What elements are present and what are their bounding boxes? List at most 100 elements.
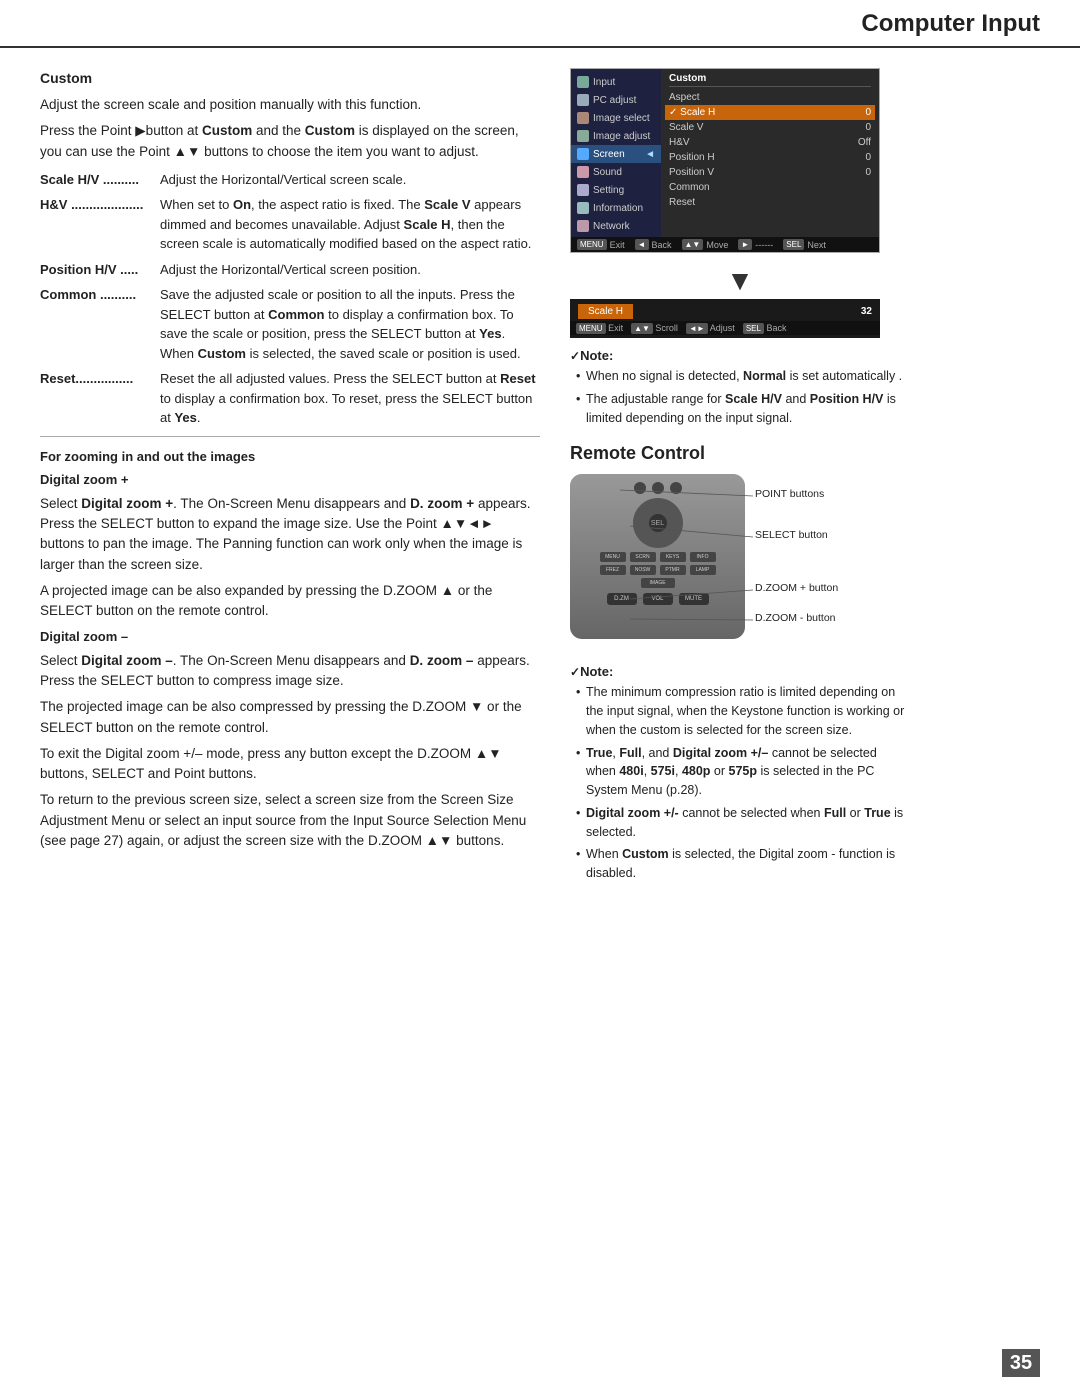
osd-item-input: Input	[571, 73, 661, 91]
right-column: Input PC adjust Image select Image	[570, 68, 910, 893]
def-position-hv: Position H/V ..... Adjust the Horizontal…	[40, 260, 540, 280]
osd-right-reset: Reset	[669, 195, 871, 210]
r-btn-lamp: LAMP	[690, 565, 716, 575]
page-header: Computer Input	[0, 0, 1080, 48]
note1-box: Note: When no signal is detected, Normal…	[570, 348, 910, 427]
page-title: Computer Input	[40, 10, 1040, 38]
custom-title: Custom	[40, 68, 540, 89]
r-btn-volume: VOL	[643, 593, 673, 605]
back-icon: ◄	[635, 239, 649, 250]
page-number: 35	[1002, 1349, 1040, 1377]
def-term-common: Common ..........	[40, 285, 160, 363]
def-common: Common .......... Save the adjusted scal…	[40, 285, 540, 363]
osd-footer-move: ▲▼ Move	[682, 239, 729, 250]
return-para: To return to the previous screen size, s…	[40, 790, 540, 851]
def-term-reset: Reset................	[40, 369, 160, 428]
osd-footer-exit: MENU Exit	[577, 239, 625, 250]
setting-icon	[577, 184, 589, 196]
osd-footer-select: SEL Next	[783, 239, 826, 250]
menu-icon: MENU	[577, 239, 607, 250]
note2-list: The minimum compression ratio is limited…	[570, 683, 910, 883]
remote-diagram: SEL MENU SCRN KEYS INFO FREZ NOSW PTMR	[570, 474, 890, 654]
r-bottom-row: D.ZM VOL MUTE	[570, 593, 745, 605]
r-btn-ptimer: PTMR	[660, 565, 686, 575]
sh-adjust: ◄► Adjust	[686, 323, 735, 333]
osd-right-scaleh: ✓ Scale H0	[665, 105, 875, 120]
def-reset: Reset................ Reset the all adju…	[40, 369, 540, 428]
def-term-position-hv: Position H/V .....	[40, 260, 160, 280]
note2-box: Note: The minimum compression ratio is l…	[570, 664, 910, 883]
r-btn-3	[670, 482, 682, 494]
note2-item4: When Custom is selected, the Digital zoo…	[576, 845, 910, 883]
osd-item-imageadjust: Image adjust	[571, 127, 661, 145]
r-btn-noshow: NOSW	[630, 565, 656, 575]
label-select-button: SELECT button	[755, 529, 828, 541]
def-hv: H&V .................... When set to On,…	[40, 195, 540, 254]
label-dzoom-minus: D.ZOOM - button	[755, 612, 836, 624]
osd-right-positionv: Position V0	[669, 165, 871, 180]
osd-item-imageselect: Image select	[571, 109, 661, 127]
osd-item-setting-label: Setting	[593, 185, 624, 196]
digital-zoom-minus-para1: Select Digital zoom –. The On-Screen Men…	[40, 651, 540, 692]
osd-item-information: Information	[571, 199, 661, 217]
osd-item-imageselect-label: Image select	[593, 113, 650, 124]
information-icon	[577, 202, 589, 214]
osd-item-sound-label: Sound	[593, 167, 622, 178]
r-btn-screen: SCRN	[630, 552, 656, 562]
r-top-buttons	[570, 474, 745, 494]
sh-adjust-icon: ◄►	[686, 323, 708, 334]
sh-scroll-icon: ▲▼	[631, 323, 653, 334]
sh-exit: MENU Exit	[576, 323, 623, 333]
custom-intro1: Adjust the screen scale and position man…	[40, 95, 540, 115]
custom-section: Custom Adjust the screen scale and posit…	[40, 68, 540, 428]
remote-body: SEL MENU SCRN KEYS INFO FREZ NOSW PTMR	[570, 474, 745, 639]
remote-image: SEL MENU SCRN KEYS INFO FREZ NOSW PTMR	[570, 474, 745, 639]
remote-title: Remote Control	[570, 443, 910, 464]
note2-item2: True, Full, and Digital zoom +/– cannot …	[576, 744, 910, 800]
digital-zoom-plus-para1: Select Digital zoom +. The On-Screen Men…	[40, 494, 540, 575]
note2-item3: Digital zoom +/- cannot be selected when…	[576, 804, 910, 842]
r-select-center: SEL	[649, 514, 667, 532]
note1-title: Note:	[570, 348, 910, 363]
zoom-section: For zooming in and out the images Digita…	[40, 447, 540, 851]
osd-right-aspect: Aspect	[669, 90, 871, 105]
osd-right-common: Common	[669, 180, 871, 195]
digital-zoom-plus-para2: A projected image can be also expanded b…	[40, 581, 540, 622]
r-btn-keystone: KEYS	[660, 552, 686, 562]
r-btn-mute: MUTE	[679, 593, 709, 605]
digital-zoom-plus-title: Digital zoom +	[40, 470, 540, 490]
r-row-btns-image: IMAGE	[570, 578, 745, 588]
sh-back-icon: SEL	[743, 323, 764, 334]
network-icon	[577, 220, 589, 232]
image-adjust-icon	[577, 130, 589, 142]
r-btn-1	[634, 482, 646, 494]
sh-scroll: ▲▼ Scroll	[631, 323, 678, 333]
note2-title: Note:	[570, 664, 910, 679]
osd-container: Input PC adjust Image select Image	[570, 68, 910, 253]
osd-footer-next: ► ------	[738, 239, 773, 250]
scale-h-label: Scale H	[578, 304, 633, 319]
osd-right-scalev: Scale V0	[669, 120, 871, 135]
osd-item-network-label: Network	[593, 221, 630, 232]
r-btn-dzoom: D.ZM	[607, 593, 637, 605]
sound-icon	[577, 166, 589, 178]
r-btn-2	[652, 482, 664, 494]
def-desc-reset: Reset the all adjusted values. Press the…	[160, 369, 540, 428]
label-dzoom-plus: D.ZOOM + button	[755, 582, 838, 594]
digital-zoom-minus-para2: The projected image can be also compress…	[40, 697, 540, 738]
osd-right-panel: Custom Aspect ✓ Scale H0 Scale V0 H&VOff…	[661, 69, 879, 237]
osd-right-hv: H&VOff	[669, 135, 871, 150]
def-desc-hv: When set to On, the aspect ratio is fixe…	[160, 195, 540, 254]
custom-intro2: Press the Point ▶button at Custom and th…	[40, 121, 540, 162]
osd-item-screen-label: Screen	[593, 149, 625, 160]
r-row-btns-2: FREZ NOSW PTMR LAMP	[570, 565, 745, 575]
scale-h-value: 32	[861, 306, 872, 317]
scale-h-bar: Scale H 32 MENU Exit ▲▼ Scroll ◄► Adjust…	[570, 299, 880, 338]
osd-item-sound: Sound	[571, 163, 661, 181]
arrow-down: ▼	[570, 267, 910, 295]
osd-left-panel: Input PC adjust Image select Image	[571, 69, 661, 237]
move-icon: ▲▼	[682, 239, 704, 250]
left-column: Custom Adjust the screen scale and posit…	[40, 68, 540, 893]
image-select-icon	[577, 112, 589, 124]
osd-right-positionh: Position H0	[669, 150, 871, 165]
